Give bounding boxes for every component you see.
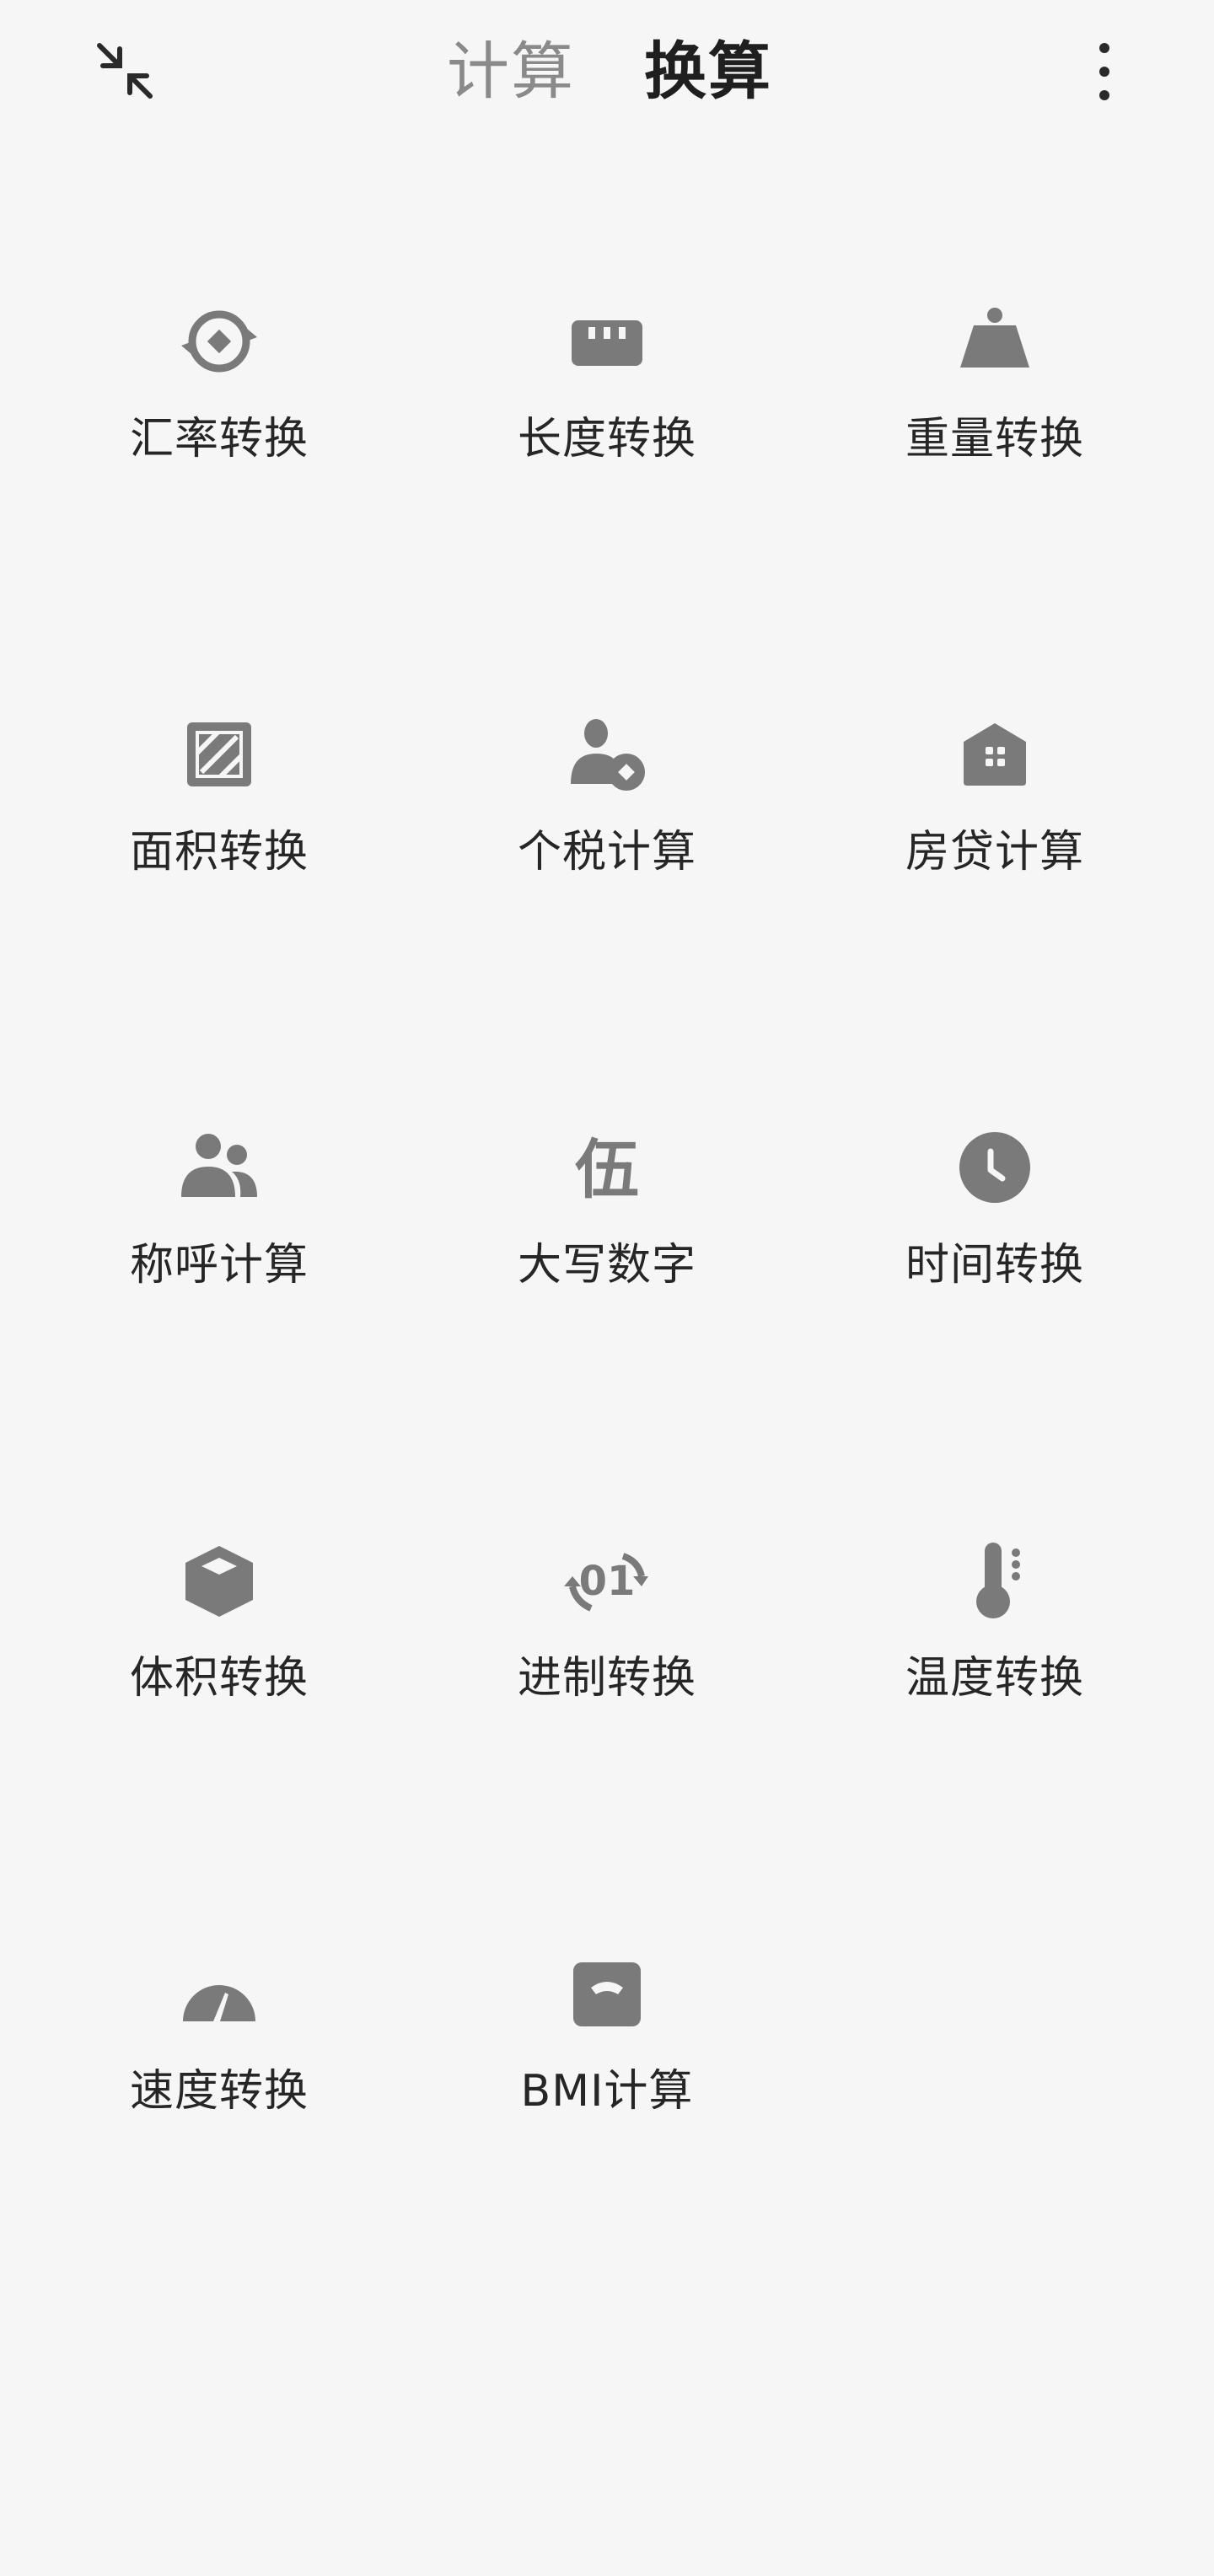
- clock-icon: [959, 1132, 1030, 1203]
- house-icon: [964, 723, 1026, 786]
- tool-currency-exchange[interactable]: 汇率转换: [25, 253, 413, 590]
- tool-label: 温度转换: [905, 1653, 1084, 1704]
- more-options-button[interactable]: [1071, 34, 1138, 110]
- tool-label: 汇率转换: [129, 414, 309, 464]
- tool-area[interactable]: 面积转换: [25, 666, 413, 1003]
- tool-label: 面积转换: [129, 827, 309, 877]
- tool-label: 长度转换: [517, 414, 696, 464]
- thermometer-icon: [976, 1543, 1020, 1618]
- people-icon: [181, 1134, 257, 1197]
- more-vertical-icon: [1099, 43, 1109, 100]
- person-tax-icon: [571, 719, 645, 791]
- tool-mortgage[interactable]: 房贷计算: [801, 666, 1189, 1003]
- tool-bmi[interactable]: BMI计算: [413, 1905, 801, 2242]
- tool-label: 重量转换: [905, 414, 1084, 464]
- tool-label: 时间转换: [905, 1240, 1084, 1291]
- tab-calculate[interactable]: 计算: [447, 25, 575, 118]
- tool-label: 进制转换: [517, 1653, 696, 1704]
- tool-volume[interactable]: 体积转换: [25, 1492, 413, 1829]
- tool-label: 大写数字: [517, 1240, 696, 1291]
- ruler-icon: [572, 320, 642, 366]
- speedometer-icon: [183, 1985, 255, 2021]
- tool-number-base[interactable]: 01 进制转换: [413, 1492, 801, 1829]
- tool-label: 体积转换: [129, 1653, 309, 1704]
- weight-icon: [960, 308, 1029, 368]
- area-icon: [187, 722, 251, 786]
- tool-label: 称呼计算: [129, 1240, 309, 1291]
- currency-exchange-icon: [181, 310, 257, 373]
- tool-income-tax[interactable]: 个税计算: [413, 666, 801, 1003]
- tool-capital-numerals[interactable]: 伍 大写数字: [413, 1079, 801, 1416]
- numeral-glyph: 伍: [575, 1132, 639, 1207]
- chinese-numeral-icon: 伍: [575, 1132, 639, 1207]
- tool-length[interactable]: 长度转换: [413, 253, 801, 590]
- tool-temperature[interactable]: 温度转换: [801, 1492, 1189, 1829]
- tool-speed[interactable]: 速度转换: [25, 1905, 413, 2242]
- tool-label: BMI计算: [520, 2066, 694, 2117]
- tool-label: 房贷计算: [905, 827, 1084, 877]
- tool-label: 个税计算: [517, 827, 696, 877]
- number-base-icon: 01: [564, 1553, 648, 1612]
- tab-convert[interactable]: 换算: [644, 25, 772, 118]
- tool-time[interactable]: 时间转换: [801, 1079, 1189, 1416]
- tool-kinship-title[interactable]: 称呼计算: [25, 1079, 413, 1416]
- tool-weight[interactable]: 重量转换: [801, 253, 1189, 590]
- bmi-scale-icon: [573, 1962, 641, 2026]
- cube-icon: [185, 1546, 253, 1617]
- collapse-button[interactable]: [91, 37, 158, 105]
- top-bar: 计算 换算: [0, 0, 1214, 143]
- tool-label: 速度转换: [129, 2066, 309, 2117]
- base-glyph: 01: [579, 1558, 636, 1605]
- collapse-arrows-icon: [97, 43, 153, 99]
